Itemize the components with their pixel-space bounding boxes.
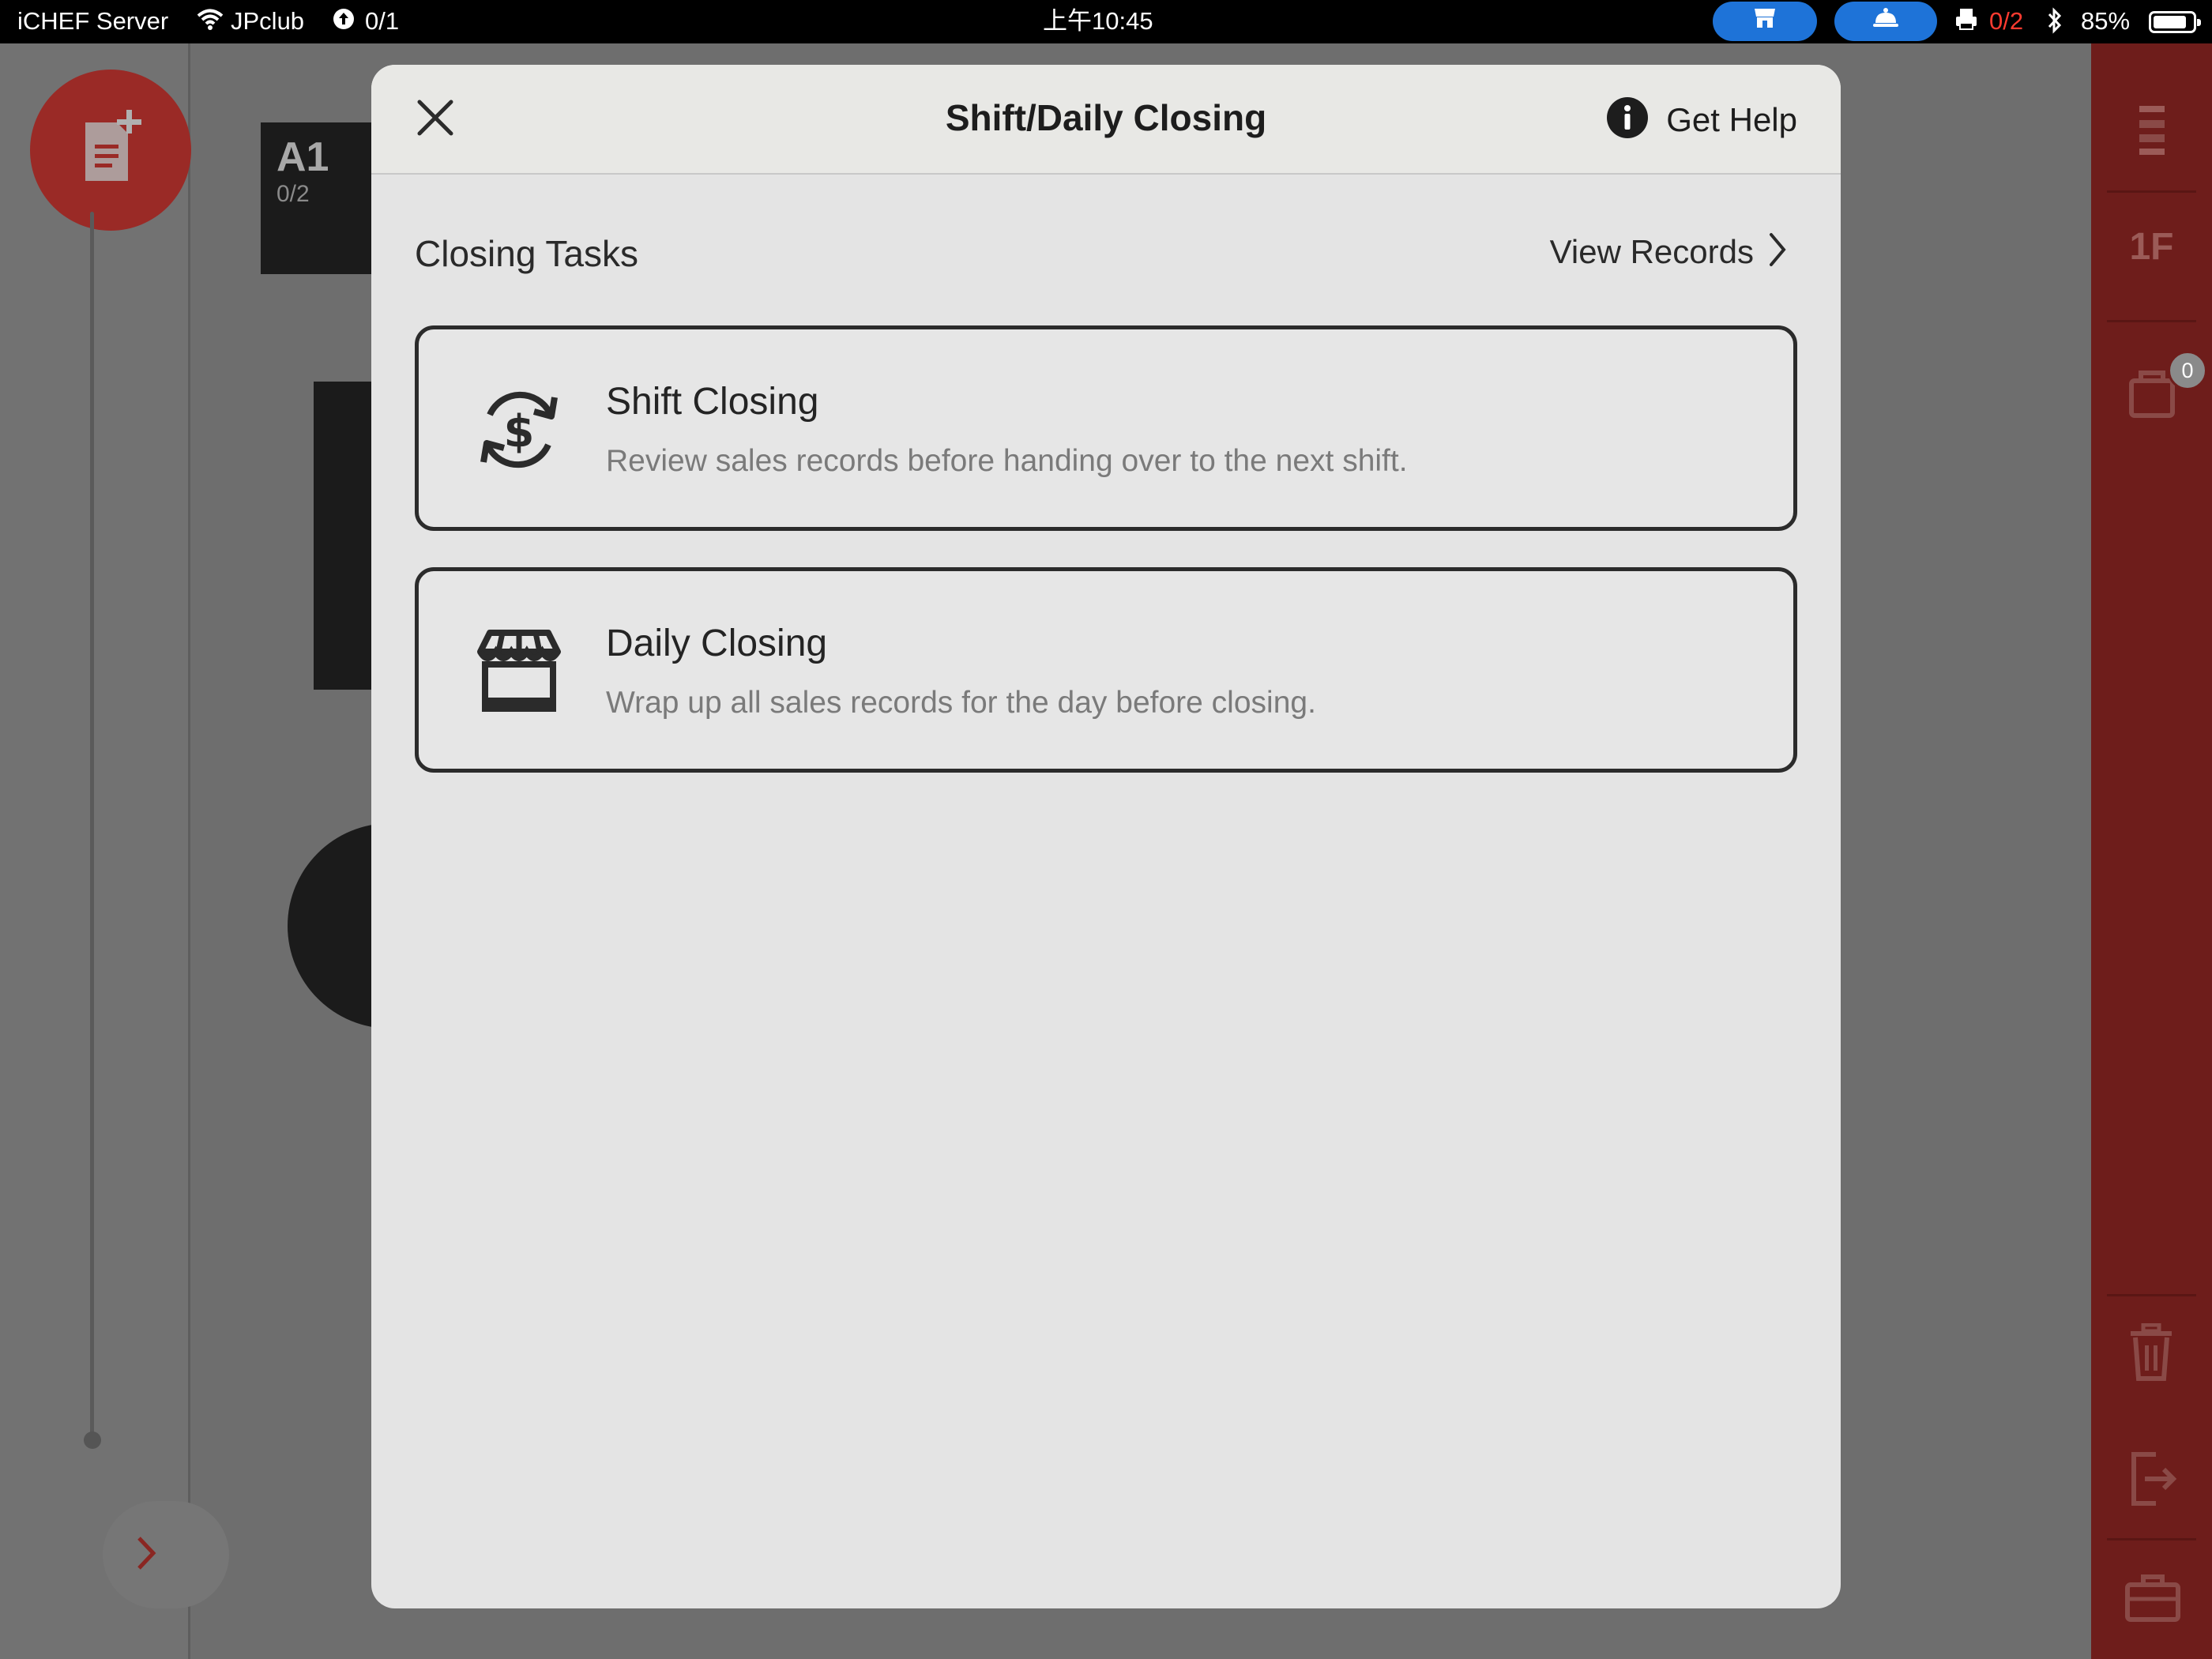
- shift-closing-title: Shift Closing: [606, 381, 819, 423]
- logout-icon[interactable]: [2129, 1450, 2180, 1512]
- floor-selector[interactable]: 1F: [2091, 225, 2212, 269]
- panel-divider: [188, 43, 190, 1659]
- timeline-track: [90, 212, 94, 1441]
- store-icon: [1752, 6, 1778, 36]
- info-icon: [1606, 96, 1649, 143]
- service-bell-pill[interactable]: [1834, 2, 1937, 41]
- dollar-cycle-icon: $: [472, 383, 566, 476]
- trash-icon[interactable]: [2127, 1322, 2175, 1386]
- daily-closing-description: Wrap up all sales records for the day be…: [606, 686, 1316, 720]
- right-toolbar: 1F: [2091, 43, 2212, 1659]
- toolbox-icon[interactable]: [2124, 1572, 2181, 1627]
- battery-icon: [2149, 11, 2201, 33]
- status-bar: iCHEF Server JPclub 0/1 上午10:45 0/2 85%: [0, 0, 2212, 43]
- view-records-label: View Records: [1549, 232, 1754, 270]
- battery-percent: 85%: [2081, 7, 2131, 35]
- storefront-icon: [472, 625, 566, 718]
- daily-closing-title: Daily Closing: [606, 623, 828, 664]
- kitchen-display-pill[interactable]: [1713, 2, 1817, 41]
- printer-count: 0/2: [1989, 7, 2024, 35]
- closing-modal: Shift/Daily Closing Get Help Closing Tas…: [371, 65, 1841, 1608]
- daily-closing-card[interactable]: Daily Closing Wrap up all sales records …: [415, 567, 1797, 773]
- app-name: iCHEF Server: [17, 7, 169, 35]
- sync-count: 0/1: [365, 7, 400, 35]
- section-title: Closing Tasks: [415, 233, 638, 274]
- wifi-icon: [196, 7, 224, 37]
- left-panel: [0, 43, 190, 1659]
- service-bell-icon: [1872, 7, 1900, 36]
- modal-header: Shift/Daily Closing Get Help: [371, 65, 1841, 175]
- expand-panel-button[interactable]: [103, 1501, 229, 1608]
- menu-stack-icon[interactable]: [2136, 103, 2168, 162]
- new-order-icon: [71, 105, 150, 196]
- shift-closing-description: Review sales records before handing over…: [606, 444, 1408, 478]
- bluetooth-icon: [2046, 7, 2063, 40]
- get-help-button[interactable]: Get Help: [1606, 96, 1797, 143]
- printer-icon: [1954, 7, 1978, 37]
- new-order-button[interactable]: [30, 70, 191, 231]
- table-a1-seats: 0/2: [276, 181, 310, 207]
- table-a1[interactable]: A1 0/2: [261, 122, 379, 274]
- shift-closing-card[interactable]: $ Shift Closing Review sales records bef…: [415, 325, 1797, 531]
- svg-text:$: $: [504, 406, 535, 457]
- get-help-label: Get Help: [1666, 100, 1797, 138]
- chevron-right-icon: [134, 1533, 158, 1577]
- sync-icon: [332, 7, 356, 37]
- network-name: JPclub: [231, 7, 305, 35]
- view-records-link[interactable]: View Records: [1550, 232, 1787, 271]
- timeline-handle[interactable]: [84, 1431, 101, 1449]
- table-a1-name: A1: [276, 134, 329, 180]
- clock: 上午10:45: [1043, 7, 1153, 35]
- chevron-right-icon: [1768, 232, 1787, 271]
- cart-badge: 0: [2168, 351, 2207, 390]
